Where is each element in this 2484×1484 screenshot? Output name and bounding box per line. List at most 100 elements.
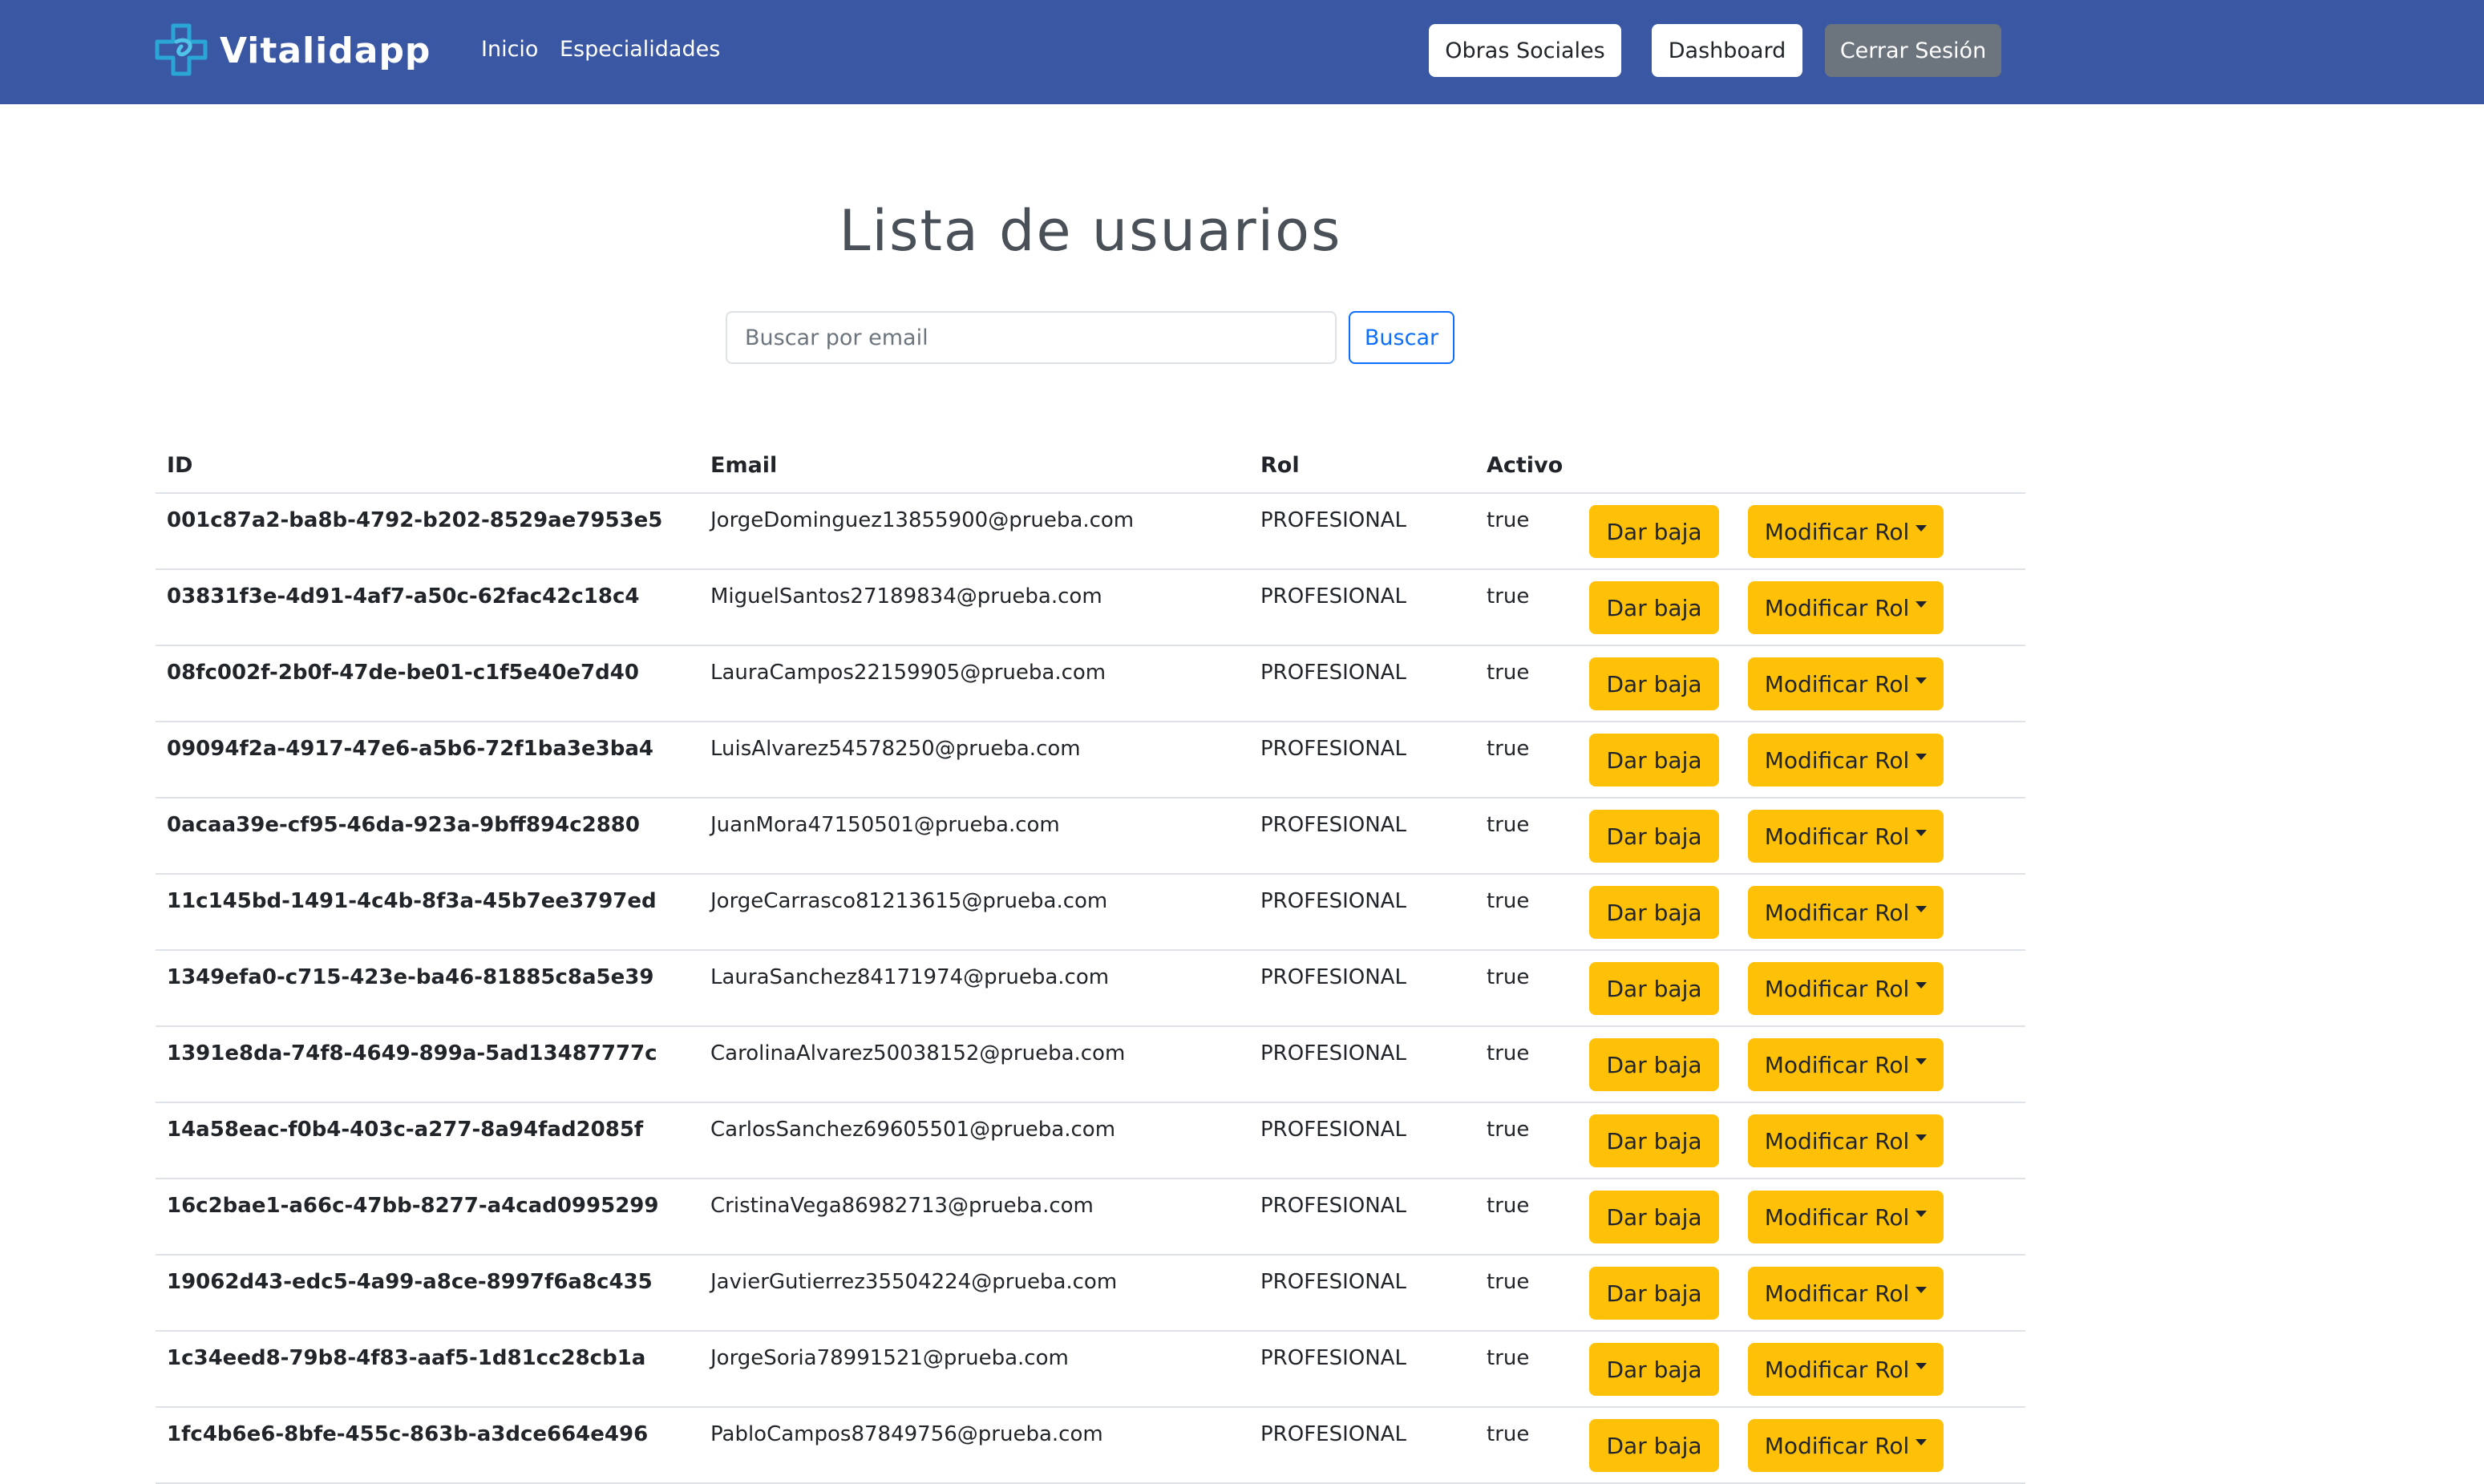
user-activo-cell: true xyxy=(1475,874,1578,951)
table-row: 1fc4b6e6-8bfe-455c-863b-a3dce664e496 Pabl… xyxy=(156,1407,2025,1484)
logout-button[interactable]: Cerrar Sesión xyxy=(1825,24,2001,77)
modificar-rol-label: Modificar Rol xyxy=(1764,594,1910,621)
user-activo-cell: true xyxy=(1475,1255,1578,1332)
table-row: 1391e8da-74f8-4649-899a-5ad13487777c Caro… xyxy=(156,1026,2025,1103)
nav-link-especialidades[interactable]: Especialidades xyxy=(560,35,720,64)
dar-baja-button[interactable]: Dar baja xyxy=(1589,657,1719,710)
users-table: ID Email Rol Activo 001c87a2-ba8b-4792-b… xyxy=(156,438,2025,1484)
user-id-cell: 1fc4b6e6-8bfe-455c-863b-a3dce664e496 xyxy=(156,1407,699,1484)
user-email-cell: LauraSanchez84171974@prueba.com xyxy=(699,950,1249,1027)
modificar-rol-dropdown-button[interactable]: Modificar Rol xyxy=(1748,505,1944,558)
modificar-rol-label: Modificar Rol xyxy=(1764,670,1910,698)
user-actions-cell: Dar baja Modificar Rol xyxy=(1578,1255,2025,1332)
brand[interactable]: Vitalidapp xyxy=(152,21,431,80)
user-id-cell: 03831f3e-4d91-4af7-a50c-62fac42c18c4 xyxy=(156,569,699,646)
modificar-rol-dropdown-button[interactable]: Modificar Rol xyxy=(1748,810,1944,863)
table-row: 001c87a2-ba8b-4792-b202-8529ae7953e5 Jorg… xyxy=(156,493,2025,570)
caret-down-icon xyxy=(1916,754,1928,760)
user-email-cell: JorgeDominguez13855900@prueba.com xyxy=(699,493,1249,570)
search-button[interactable]: Buscar xyxy=(1349,311,1454,364)
table-row: 03831f3e-4d91-4af7-a50c-62fac42c18c4 Migu… xyxy=(156,569,2025,646)
user-actions-cell: Dar baja Modificar Rol xyxy=(1578,874,2025,951)
user-activo-cell: true xyxy=(1475,722,1578,799)
modificar-rol-dropdown-button[interactable]: Modificar Rol xyxy=(1748,1343,1944,1396)
dar-baja-button[interactable]: Dar baja xyxy=(1589,1038,1719,1091)
user-email-cell: JorgeCarrasco81213615@prueba.com xyxy=(699,874,1249,951)
caret-down-icon xyxy=(1916,601,1928,608)
dar-baja-button[interactable]: Dar baja xyxy=(1589,505,1719,558)
dar-baja-button[interactable]: Dar baja xyxy=(1589,1343,1719,1396)
page-title: Lista de usuarios xyxy=(839,197,1342,264)
nav-link-inicio[interactable]: Inicio xyxy=(481,35,538,64)
dar-baja-button[interactable]: Dar baja xyxy=(1589,581,1719,634)
dar-baja-button[interactable]: Dar baja xyxy=(1589,1191,1719,1243)
caret-down-icon xyxy=(1916,1211,1928,1217)
dar-baja-button[interactable]: Dar baja xyxy=(1589,1419,1719,1472)
user-activo-cell: true xyxy=(1475,493,1578,570)
user-actions-cell: Dar baja Modificar Rol xyxy=(1578,645,2025,722)
user-activo-cell: true xyxy=(1475,645,1578,722)
modificar-rol-label: Modificar Rol xyxy=(1764,823,1910,850)
modificar-rol-dropdown-button[interactable]: Modificar Rol xyxy=(1748,1114,1944,1167)
user-id-cell: 1349efa0-c715-423e-ba46-81885c8a5e39 xyxy=(156,950,699,1027)
dashboard-button[interactable]: Dashboard xyxy=(1652,24,1802,77)
brand-name: Vitalidapp xyxy=(220,30,431,71)
modificar-rol-dropdown-button[interactable]: Modificar Rol xyxy=(1748,886,1944,939)
user-id-cell: 1c34eed8-79b8-4f83-aaf5-1d81cc28cb1a xyxy=(156,1331,699,1408)
user-rol-cell: PROFESIONAL xyxy=(1249,1102,1475,1179)
user-actions-cell: Dar baja Modificar Rol xyxy=(1578,950,2025,1027)
user-id-cell: 16c2bae1-a66c-47bb-8277-a4cad0995299 xyxy=(156,1179,699,1256)
user-id-cell: 19062d43-edc5-4a99-a8ce-8997f6a8c435 xyxy=(156,1255,699,1332)
modificar-rol-label: Modificar Rol xyxy=(1764,1356,1910,1383)
modificar-rol-dropdown-button[interactable]: Modificar Rol xyxy=(1748,1038,1944,1091)
caret-down-icon xyxy=(1916,525,1928,532)
modificar-rol-dropdown-button[interactable]: Modificar Rol xyxy=(1748,1419,1944,1472)
column-header-actions xyxy=(1578,438,2025,494)
dar-baja-button[interactable]: Dar baja xyxy=(1589,1267,1719,1320)
user-id-cell: 001c87a2-ba8b-4792-b202-8529ae7953e5 xyxy=(156,493,699,570)
user-rol-cell: PROFESIONAL xyxy=(1249,1407,1475,1484)
user-actions-cell: Dar baja Modificar Rol xyxy=(1578,1026,2025,1103)
user-rol-cell: PROFESIONAL xyxy=(1249,1026,1475,1103)
user-id-cell: 08fc002f-2b0f-47de-be01-c1f5e40e7d40 xyxy=(156,645,699,722)
user-rol-cell: PROFESIONAL xyxy=(1249,1179,1475,1256)
caret-down-icon xyxy=(1916,1439,1928,1446)
dar-baja-button[interactable]: Dar baja xyxy=(1589,1114,1719,1167)
modificar-rol-dropdown-button[interactable]: Modificar Rol xyxy=(1748,657,1944,710)
table-row: 19062d43-edc5-4a99-a8ce-8997f6a8c435 Javi… xyxy=(156,1255,2025,1332)
user-actions-cell: Dar baja Modificar Rol xyxy=(1578,798,2025,875)
modificar-rol-dropdown-button[interactable]: Modificar Rol xyxy=(1748,581,1944,634)
caret-down-icon xyxy=(1916,1363,1928,1369)
user-actions-cell: Dar baja Modificar Rol xyxy=(1578,722,2025,799)
user-email-cell: CristinaVega86982713@prueba.com xyxy=(699,1179,1249,1256)
column-header-activo: Activo xyxy=(1475,438,1578,494)
dar-baja-button[interactable]: Dar baja xyxy=(1589,886,1719,939)
user-id-cell: 0acaa39e-cf95-46da-923a-9bff894c2880 xyxy=(156,798,699,875)
table-row: 08fc002f-2b0f-47de-be01-c1f5e40e7d40 Laur… xyxy=(156,645,2025,722)
user-rol-cell: PROFESIONAL xyxy=(1249,950,1475,1027)
modificar-rol-dropdown-button[interactable]: Modificar Rol xyxy=(1748,1191,1944,1243)
column-header-id: ID xyxy=(156,438,699,494)
modificar-rol-dropdown-button[interactable]: Modificar Rol xyxy=(1748,1267,1944,1320)
user-email-cell: JorgeSoria78991521@prueba.com xyxy=(699,1331,1249,1408)
dar-baja-button[interactable]: Dar baja xyxy=(1589,810,1719,863)
user-id-cell: 09094f2a-4917-47e6-a5b6-72f1ba3e3ba4 xyxy=(156,722,699,799)
caret-down-icon xyxy=(1916,1134,1928,1141)
table-row: 1349efa0-c715-423e-ba46-81885c8a5e39 Laur… xyxy=(156,950,2025,1027)
search-email-input[interactable] xyxy=(726,311,1337,364)
user-activo-cell: true xyxy=(1475,1102,1578,1179)
caret-down-icon xyxy=(1916,1287,1928,1293)
obras-sociales-button[interactable]: Obras Sociales xyxy=(1429,24,1621,77)
modificar-rol-label: Modificar Rol xyxy=(1764,746,1910,774)
table-row: 0acaa39e-cf95-46da-923a-9bff894c2880 Juan… xyxy=(156,798,2025,875)
table-row: 09094f2a-4917-47e6-a5b6-72f1ba3e3ba4 Luis… xyxy=(156,722,2025,799)
user-email-cell: CarolinaAlvarez50038152@prueba.com xyxy=(699,1026,1249,1103)
medical-cross-logo-icon xyxy=(155,23,208,76)
modificar-rol-dropdown-button[interactable]: Modificar Rol xyxy=(1748,962,1944,1015)
modificar-rol-dropdown-button[interactable]: Modificar Rol xyxy=(1748,734,1944,786)
dar-baja-button[interactable]: Dar baja xyxy=(1589,734,1719,786)
navbar: Vitalidapp Inicio Especialidades Obras S… xyxy=(0,0,2484,104)
dar-baja-button[interactable]: Dar baja xyxy=(1589,962,1719,1015)
user-email-cell: MiguelSantos27189834@prueba.com xyxy=(699,569,1249,646)
user-email-cell: JavierGutierrez35504224@prueba.com xyxy=(699,1255,1249,1332)
